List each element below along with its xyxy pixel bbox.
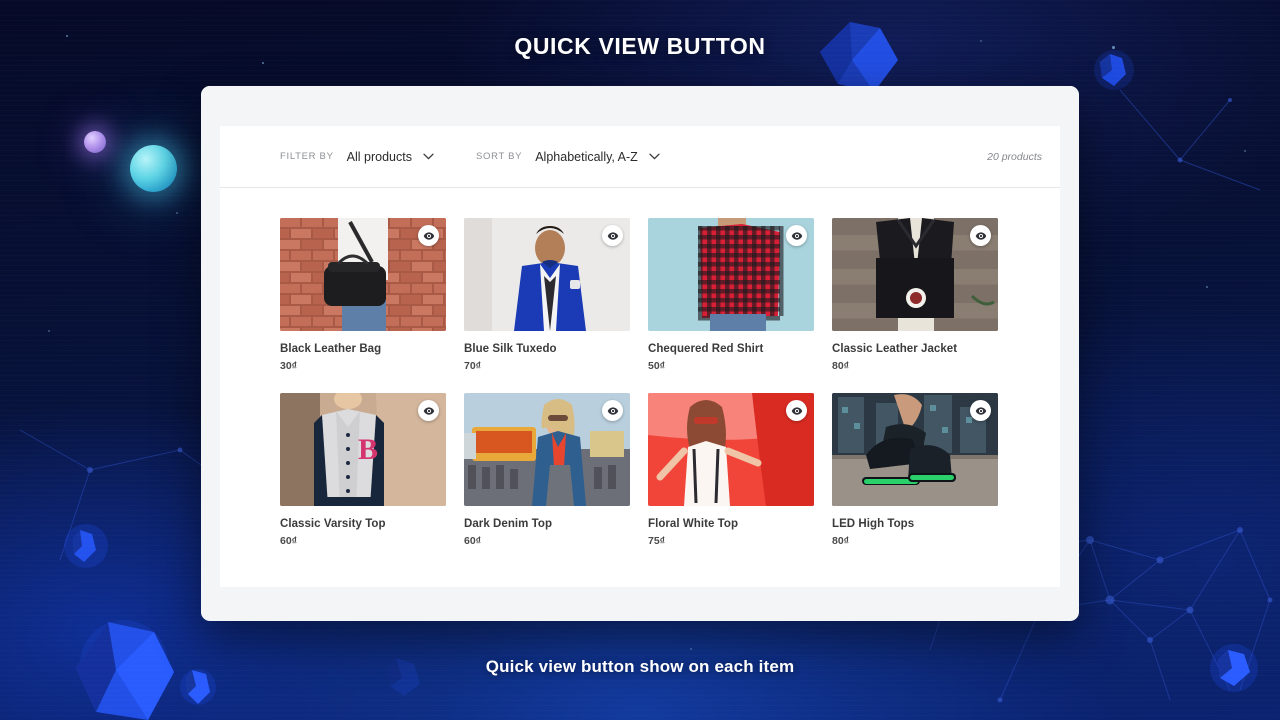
product-thumb-wrap [832,393,998,506]
quick-view-button[interactable] [786,225,807,246]
cyan-planet-decoration [130,145,177,192]
product-price: 70₫ [464,360,482,372]
product-title: LED High Tops [832,518,915,530]
product-title: Classic Varsity Top [280,518,386,530]
svg-text:B: B [358,433,378,466]
eye-icon [791,231,802,240]
card-top-strip [201,86,1079,126]
product-price: 80₫ [832,535,850,547]
product-title: Blue Silk Tuxedo [464,343,557,355]
product-thumb-wrap [648,393,814,506]
quick-view-button[interactable] [970,225,991,246]
product-title: Classic Leather Jacket [832,343,958,355]
product-count: 20 products [987,150,1042,163]
sort-select[interactable]: Alphabetically, A-Z [535,150,660,164]
product-thumb-wrap [648,218,814,331]
product-card-4[interactable]: Classic Leather Jacket 80₫ [832,218,998,372]
eye-icon [607,406,618,415]
quick-view-button[interactable] [602,225,623,246]
chevron-down-icon [423,153,434,160]
product-card-5[interactable]: B Classic Varsity Top 60₫ [280,393,446,547]
product-thumb-wrap [464,393,630,506]
eye-icon [975,231,986,240]
product-price: 30₫ [280,360,298,372]
eye-icon [607,231,618,240]
collection-panel: FILTER BY All products SORT BY Alphabeti… [220,126,1060,587]
product-price: 60₫ [464,535,482,547]
product-card-3[interactable]: Chequered Red Shirt 50₫ [648,218,814,372]
sort-by-label: SORT BY [475,151,523,162]
product-thumb-wrap [280,218,446,331]
product-price: 75₫ [648,535,666,547]
product-card-1[interactable]: Black Leather Bag 30₫ [280,218,446,372]
quick-view-button[interactable] [786,400,807,421]
shop-preview-card: FILTER BY All products SORT BY Alphabeti… [201,86,1079,621]
purple-planet-decoration [84,131,106,153]
product-thumb-wrap: B [280,393,446,506]
eye-icon [791,406,802,415]
sort-group: SORT BY Alphabetically, A-Z [476,150,660,164]
collection-toolbar: FILTER BY All products SORT BY Alphabeti… [220,126,1060,188]
eye-icon [423,231,434,240]
quick-view-button[interactable] [418,400,439,421]
product-thumb-wrap [464,218,630,331]
product-grid: Black Leather Bag 30₫ Blue Silk Tuxedo 7… [220,188,1060,547]
filter-select-value: All products [346,149,412,164]
product-title: Black Leather Bag [280,343,382,355]
product-price: 50₫ [648,360,666,372]
product-title: Dark Denim Top [464,518,553,530]
filter-by-label: FILTER BY [280,151,334,162]
quick-view-button[interactable] [602,400,623,421]
product-card-7[interactable]: Floral White Top 75₫ [648,393,814,547]
page-title: QUICK VIEW BUTTON [514,33,766,59]
eye-icon [423,406,434,415]
product-card-8[interactable]: LED High Tops 80₫ [832,393,998,547]
sort-select-value: Alphabetically, A-Z [535,149,638,164]
product-card-2[interactable]: Blue Silk Tuxedo 70₫ [464,218,630,372]
crystal-decoration-left-small [60,520,112,572]
quick-view-button[interactable] [418,225,439,246]
page-caption: Quick view button show on each item [485,657,795,676]
product-price: 80₫ [832,360,850,372]
eye-icon [975,406,986,415]
filter-group: FILTER BY All products [280,150,434,164]
product-price: 60₫ [280,535,298,547]
chevron-down-icon [649,153,660,160]
product-title: Floral White Top [648,518,739,530]
quick-view-button[interactable] [970,400,991,421]
product-thumb-wrap [832,218,998,331]
product-card-6[interactable]: Dark Denim Top 60₫ [464,393,630,547]
filter-select[interactable]: All products [347,150,434,164]
product-title: Chequered Red Shirt [648,343,764,355]
